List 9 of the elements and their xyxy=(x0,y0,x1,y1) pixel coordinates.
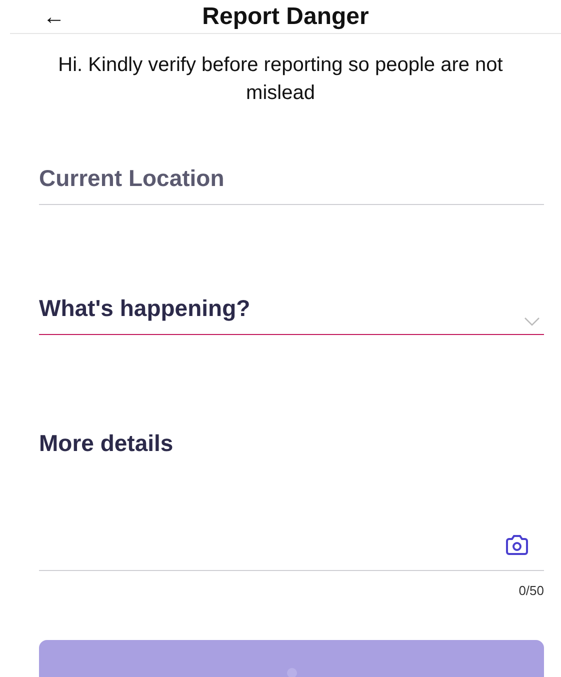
intro-text: Hi. Kindly verify before reporting so people are not mislead xyxy=(57,53,504,106)
input-field[interactable]: More details xyxy=(39,430,544,571)
dropdown-field[interactable]: What's happening? xyxy=(39,295,544,335)
character-counter: 0/50 xyxy=(518,583,544,598)
page-title: Report Danger xyxy=(201,2,370,30)
camera-icon[interactable] xyxy=(505,534,529,556)
back-arrow-icon[interactable]: ← xyxy=(43,6,67,28)
chevron-down-icon xyxy=(524,317,540,326)
input-field[interactable]: Current Location xyxy=(39,165,544,205)
